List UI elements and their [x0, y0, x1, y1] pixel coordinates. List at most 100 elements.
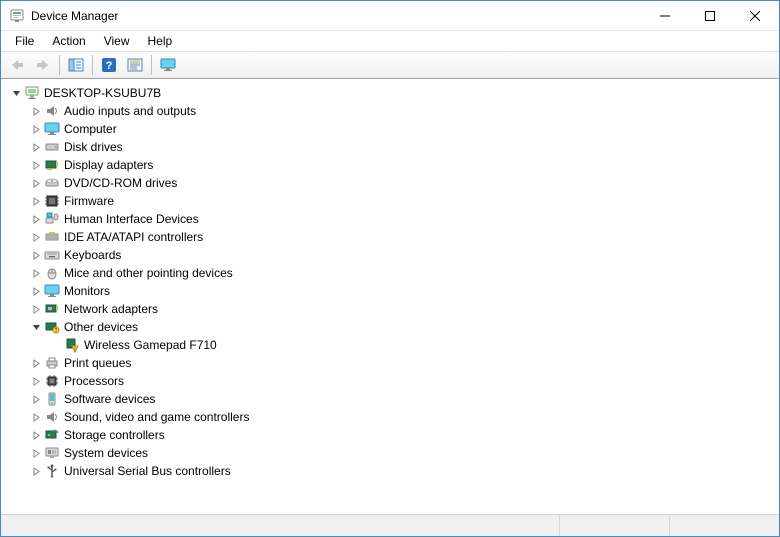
tree-node-storage[interactable]: Storage controllers	[9, 426, 777, 444]
chevron-right-icon[interactable]	[29, 176, 43, 190]
tree-node-label: System devices	[64, 446, 148, 460]
app-icon	[9, 8, 25, 24]
toolbar-separator	[151, 55, 152, 75]
svg-text:?: ?	[55, 328, 58, 334]
tree-node-label: Disk drives	[64, 140, 123, 154]
network-icon	[44, 301, 60, 317]
chevron-down-icon[interactable]	[29, 320, 43, 334]
monitor-icon	[44, 283, 60, 299]
tree-node-dvd[interactable]: DVD/CD-ROM drives	[9, 174, 777, 192]
tree-node-network[interactable]: Network adapters	[9, 300, 777, 318]
tree-node-label: Sound, video and game controllers	[64, 410, 249, 424]
tree-node-label: Print queues	[64, 356, 131, 370]
chevron-right-icon[interactable]	[29, 266, 43, 280]
processor-icon	[44, 373, 60, 389]
tree-root[interactable]: DESKTOP-KSUBU7B	[9, 84, 777, 102]
chevron-right-icon[interactable]	[29, 302, 43, 316]
chevron-right-icon[interactable]	[29, 212, 43, 226]
tree-node-system[interactable]: System devices	[9, 444, 777, 462]
tree-node-ide[interactable]: IDE ATA/ATAPI controllers	[9, 228, 777, 246]
firmware-icon	[44, 193, 60, 209]
chevron-right-icon[interactable]	[29, 356, 43, 370]
tree-node-label: IDE ATA/ATAPI controllers	[64, 230, 203, 244]
tree-node-label: Other devices	[64, 320, 138, 334]
maximize-button[interactable]	[687, 1, 732, 30]
chevron-right-icon[interactable]	[29, 374, 43, 388]
toolbar-monitor-button[interactable]	[156, 54, 180, 76]
tree-node-other-child[interactable]: ! Wireless Gamepad F710	[9, 336, 777, 354]
expander-empty	[49, 338, 63, 352]
window-controls	[642, 1, 777, 30]
tree-node-label: Storage controllers	[64, 428, 165, 442]
system-device-icon	[44, 445, 60, 461]
tree-node-firmware[interactable]: Firmware	[9, 192, 777, 210]
statusbar	[1, 514, 779, 536]
device-tree-pane[interactable]: DESKTOP-KSUBU7B Audio inputs and outputs…	[1, 79, 779, 514]
tree-node-keyboards[interactable]: Keyboards	[9, 246, 777, 264]
tree-node-audio[interactable]: Audio inputs and outputs	[9, 102, 777, 120]
chevron-down-icon[interactable]	[9, 86, 23, 100]
close-button[interactable]	[732, 1, 777, 30]
minimize-button[interactable]	[642, 1, 687, 30]
chevron-right-icon[interactable]	[29, 464, 43, 478]
device-tree: DESKTOP-KSUBU7B Audio inputs and outputs…	[3, 82, 777, 482]
chevron-right-icon[interactable]	[29, 428, 43, 442]
tree-node-monitors[interactable]: Monitors	[9, 282, 777, 300]
menu-file[interactable]: File	[7, 33, 42, 49]
tree-node-label: Software devices	[64, 392, 155, 406]
titlebar: Device Manager	[1, 1, 779, 31]
tree-node-disk[interactable]: Disk drives	[9, 138, 777, 156]
chevron-right-icon[interactable]	[29, 248, 43, 262]
tree-node-label: Universal Serial Bus controllers	[64, 464, 231, 478]
svg-text:?: ?	[106, 60, 113, 72]
toolbar: ?	[1, 51, 779, 79]
sound-icon	[44, 409, 60, 425]
tree-node-mice[interactable]: Mice and other pointing devices	[9, 264, 777, 282]
menu-action[interactable]: Action	[44, 33, 93, 49]
tree-node-hid[interactable]: Human Interface Devices	[9, 210, 777, 228]
chevron-right-icon[interactable]	[29, 230, 43, 244]
toolbar-separator	[92, 55, 93, 75]
unknown-device-warning-icon: !	[64, 337, 80, 353]
tree-node-display[interactable]: Display adapters	[9, 156, 777, 174]
tree-node-processors[interactable]: Processors	[9, 372, 777, 390]
tree-root-label: DESKTOP-KSUBU7B	[44, 86, 161, 100]
status-cell	[1, 515, 559, 536]
toolbar-back-button[interactable]	[5, 54, 29, 76]
toolbar-forward-button[interactable]	[31, 54, 55, 76]
usb-icon	[44, 463, 60, 479]
chevron-right-icon[interactable]	[29, 194, 43, 208]
menu-help[interactable]: Help	[140, 33, 181, 49]
chevron-right-icon[interactable]	[29, 446, 43, 460]
tree-node-label: Keyboards	[64, 248, 121, 262]
chevron-right-icon[interactable]	[29, 140, 43, 154]
tree-node-sound[interactable]: Sound, video and game controllers	[9, 408, 777, 426]
toolbar-scan-button[interactable]	[123, 54, 147, 76]
printer-icon	[44, 355, 60, 371]
toolbar-separator	[59, 55, 60, 75]
chevron-right-icon[interactable]	[29, 104, 43, 118]
chevron-right-icon[interactable]	[29, 122, 43, 136]
chevron-right-icon[interactable]	[29, 392, 43, 406]
tree-node-printqueues[interactable]: Print queues	[9, 354, 777, 372]
tree-node-label: Computer	[64, 122, 117, 136]
tree-node-label: DVD/CD-ROM drives	[64, 176, 177, 190]
tree-node-label: Network adapters	[64, 302, 158, 316]
window-title: Device Manager	[31, 9, 642, 23]
tree-node-other[interactable]: ? Other devices	[9, 318, 777, 336]
chevron-right-icon[interactable]	[29, 284, 43, 298]
chevron-right-icon[interactable]	[29, 410, 43, 424]
dvd-icon	[44, 175, 60, 191]
toolbar-help-button[interactable]: ?	[97, 54, 121, 76]
menu-view[interactable]: View	[96, 33, 138, 49]
chevron-right-icon[interactable]	[29, 158, 43, 172]
tree-node-software[interactable]: Software devices	[9, 390, 777, 408]
tree-node-usb[interactable]: Universal Serial Bus controllers	[9, 462, 777, 480]
status-cell	[669, 515, 779, 536]
toolbar-show-hide-button[interactable]	[64, 54, 88, 76]
tree-node-computer[interactable]: Computer	[9, 120, 777, 138]
menubar: File Action View Help	[1, 31, 779, 51]
svg-text:!: !	[74, 348, 75, 354]
audio-icon	[44, 103, 60, 119]
keyboard-icon	[44, 247, 60, 263]
